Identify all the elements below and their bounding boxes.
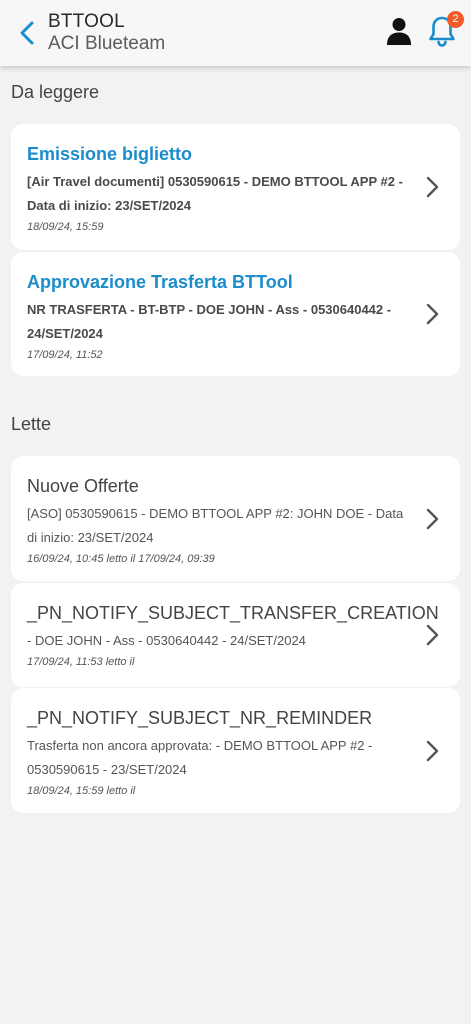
notification-body: - DOE JOHN - Ass - 0530640442 - 24/SET/2… [27,633,306,648]
notification-body: [ASO] 0530590615 - DEMO BTTOOL APP #2: J… [27,506,404,545]
notification-badge: 2 [447,11,464,28]
notification-timestamp: 18/09/24, 15:59 letto il [27,785,136,797]
notification-card-read-1[interactable]: Nuove Offerte [ASO] 0530590615 - DEMO BT… [11,456,460,581]
section-unread-label: Da leggere [11,82,100,102]
notification-timestamp: 16/09/24, 10:45 letto il 17/09/24, 09:39 [27,553,215,565]
chevron-right-icon [426,624,439,646]
notification-title: Nuove Offerte [27,476,139,496]
notification-body: NR TRASFERTA - BT-BTP - DOE JOHN - Ass -… [27,302,392,341]
user-profile-button[interactable] [384,16,414,46]
chevron-right-icon [426,740,439,761]
notification-card-unread-2[interactable]: Approvazione Trasferta BTTool NR TRASFER… [11,252,460,376]
notification-body: Trasferta non ancora approvata: - DEMO B… [27,738,373,777]
chevron-right-icon [426,176,439,198]
notification-title: _PN_NOTIFY_SUBJECT_TRANSFER_CREATION [27,603,439,623]
section-read-label: Lette [11,414,52,434]
notification-title: Approvazione Trasferta BTTool [27,272,293,292]
notification-card-unread-1[interactable]: Emissione biglietto [Air Travel document… [11,124,460,250]
notification-card-read-3[interactable]: _PN_NOTIFY_SUBJECT_NR_REMINDER Trasferta… [11,688,460,813]
app-header: BTTOOL ACI Blueteam 2 [0,0,471,66]
chevron-left-icon [20,21,34,45]
notification-timestamp: 18/09/24, 15:59 [27,221,104,233]
back-button[interactable] [14,18,40,48]
user-icon [387,18,411,45]
app-title: BTTOOL [48,11,125,32]
app-subtitle: ACI Blueteam [48,33,166,54]
notification-timestamp: 17/09/24, 11:53 letto il [27,656,135,668]
notification-card-read-2[interactable]: _PN_NOTIFY_SUBJECT_TRANSFER_CREATION - D… [11,583,460,687]
chevron-right-icon [426,303,439,325]
notification-title: _PN_NOTIFY_SUBJECT_NR_REMINDER [27,708,373,728]
notification-title: Emissione biglietto [27,144,193,164]
notification-timestamp: 17/09/24, 11:52 [27,349,103,361]
notification-body: [Air Travel documenti] 0530590615 - DEMO… [27,174,403,213]
chevron-right-icon [426,508,439,529]
header-titles: BTTOOL ACI Blueteam [48,11,165,55]
